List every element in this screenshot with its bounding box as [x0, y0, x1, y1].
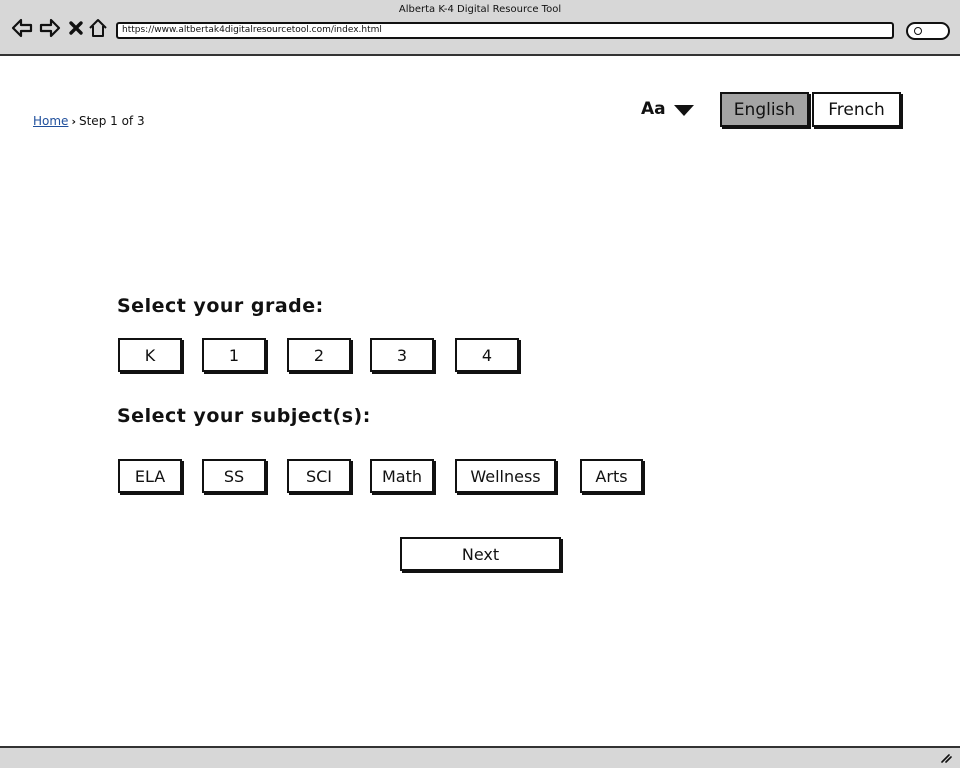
subject-option-ss[interactable]: SS: [202, 459, 266, 493]
font-size-label: Aa: [641, 99, 666, 119]
subject-option-math[interactable]: Math: [370, 459, 434, 493]
resize-grip-icon[interactable]: [940, 753, 952, 763]
home-icon[interactable]: [86, 16, 110, 40]
breadcrumb-home-link[interactable]: Home: [33, 114, 68, 128]
grade-option-k[interactable]: K: [118, 338, 182, 372]
breadcrumb-current: Step 1 of 3: [78, 114, 145, 128]
grade-option-2[interactable]: 2: [287, 338, 351, 372]
grade-option-3[interactable]: 3: [370, 338, 434, 372]
window-title: Alberta K-4 Digital Resource Tool: [398, 4, 562, 15]
french-language-button[interactable]: French: [812, 92, 901, 127]
address-bar[interactable]: https://www.altbertak4digitalresourcetoo…: [116, 22, 894, 39]
search-icon: [914, 27, 922, 35]
browser-toolbar: Alberta K-4 Digital Resource Tool https:…: [0, 0, 960, 56]
chevron-right-icon: ›: [71, 114, 76, 128]
subject-option-ela[interactable]: ELA: [118, 459, 182, 493]
grade-option-1[interactable]: 1: [202, 338, 266, 372]
grade-section-label: Select your grade:: [117, 295, 324, 317]
subject-option-sci[interactable]: SCI: [287, 459, 351, 493]
english-language-button[interactable]: English: [720, 92, 809, 127]
forward-icon[interactable]: [38, 16, 62, 40]
back-icon[interactable]: [10, 16, 34, 40]
browser-window: Alberta K-4 Digital Resource Tool https:…: [0, 0, 960, 768]
grade-option-4[interactable]: 4: [455, 338, 519, 372]
next-button[interactable]: Next: [400, 537, 561, 571]
breadcrumb: Home › Step 1 of 3: [33, 114, 145, 128]
font-size-dropdown[interactable]: Aa: [641, 97, 694, 121]
stop-icon[interactable]: [64, 16, 88, 40]
subject-option-wellness[interactable]: Wellness: [455, 459, 556, 493]
subject-section-label: Select your subject(s):: [117, 405, 371, 427]
browser-status-bar: [0, 746, 960, 768]
search-button[interactable]: [906, 22, 950, 40]
subject-option-arts[interactable]: Arts: [580, 459, 643, 493]
caret-down-icon: [673, 104, 694, 116]
